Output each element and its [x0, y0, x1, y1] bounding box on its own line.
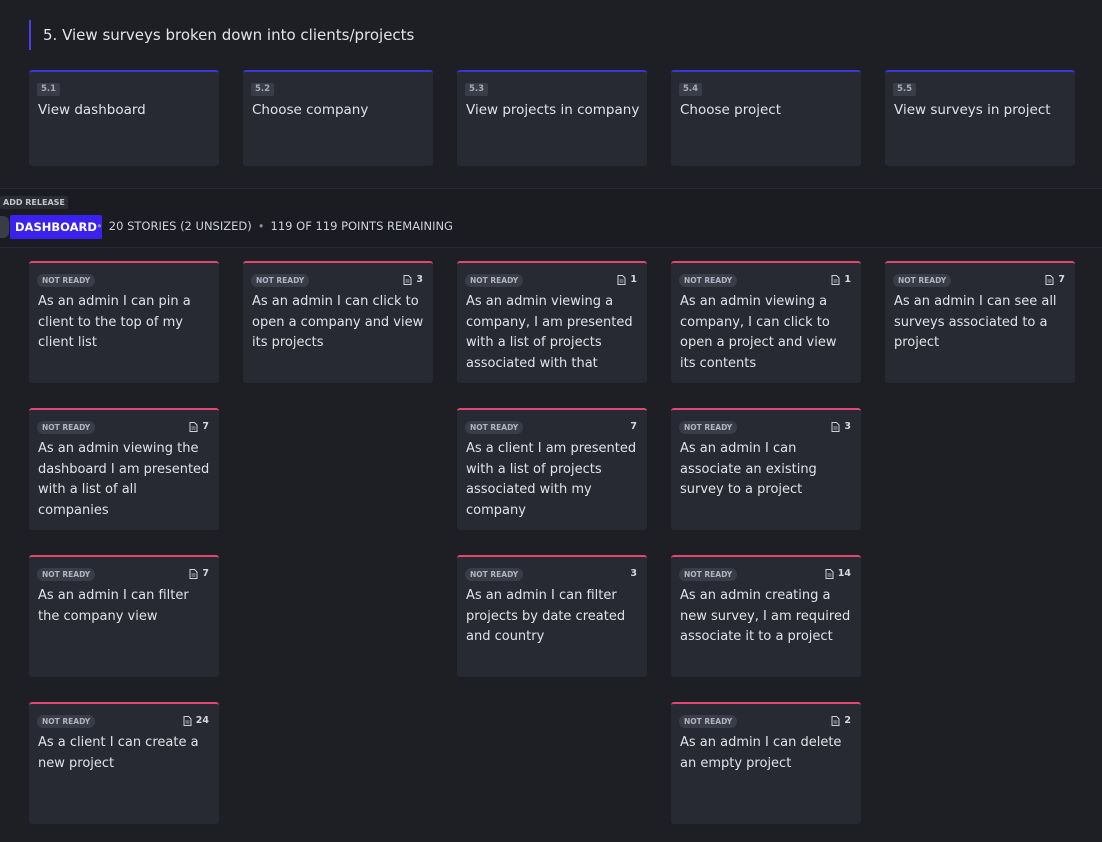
epic-title[interactable]: 5. View surveys broken down into clients…	[29, 20, 414, 50]
document-icon	[825, 568, 834, 579]
story-card[interactable]: NOT READY 3 As an admin I can click to o…	[243, 261, 433, 383]
status-badge: NOT READY	[679, 568, 738, 581]
activity-card[interactable]: 5.5 View surveys in project	[885, 70, 1075, 166]
document-icon	[1045, 274, 1054, 285]
separator-dot: •	[96, 219, 103, 233]
story-card[interactable]: NOT READY As an admin I can pin a client…	[29, 261, 219, 383]
story-points: 1	[831, 274, 851, 285]
points-value: 3	[416, 274, 423, 285]
points-value: 24	[195, 715, 209, 726]
document-icon	[617, 274, 626, 285]
stories-summary: 20 STORIES (2 UNSIZED)	[108, 219, 252, 233]
story-text: As an admin viewing a company, I can cli…	[680, 294, 837, 371]
add-release-button[interactable]: ADD RELEASE	[0, 196, 68, 209]
activity-label: View dashboard	[38, 102, 146, 118]
points-value: 7	[630, 421, 637, 432]
story-text: As an admin creating a new survey, I am …	[680, 588, 851, 644]
story-points: 24	[183, 715, 209, 726]
status-badge: NOT READY	[679, 274, 738, 287]
story-points: 3	[630, 568, 637, 579]
story-points: 3	[831, 421, 851, 432]
story-text: As an admin I can associate an existing …	[680, 441, 817, 497]
story-text: As an admin I can pin a client to the to…	[38, 294, 191, 350]
document-icon	[189, 568, 198, 579]
release-name[interactable]: DASHBOARD	[10, 215, 102, 239]
story-text: As an admin viewing the dashboard I am p…	[38, 441, 210, 518]
story-points: 2	[831, 715, 851, 726]
story-card[interactable]: NOT READY 1 As an admin viewing a compan…	[457, 261, 647, 383]
activity-label: Choose company	[252, 102, 369, 118]
story-card[interactable]: NOT READY 2 As an admin I can delete an …	[671, 702, 861, 824]
points-value: 7	[1058, 274, 1065, 285]
release-band	[0, 188, 1102, 248]
story-points: 14	[825, 568, 851, 579]
story-text: As a client I am presented with a list o…	[466, 441, 637, 518]
activity-number: 5.3	[465, 83, 489, 96]
story-card[interactable]: NOT READY 7 As an admin I can filter the…	[29, 555, 219, 677]
status-badge: NOT READY	[37, 421, 96, 434]
release-summary: • 20 STORIES (2 UNSIZED) • 119 OF 119 POINT…	[90, 219, 453, 233]
points-value: 2	[844, 715, 851, 726]
status-badge: NOT READY	[679, 715, 738, 728]
document-icon	[831, 715, 840, 726]
document-icon	[189, 421, 198, 432]
story-points: 1	[617, 274, 637, 285]
story-card[interactable]: NOT READY 14 As an admin creating a new …	[671, 555, 861, 677]
story-card[interactable]: NOT READY 7 As an admin viewing the dash…	[29, 408, 219, 530]
story-card[interactable]: NOT READY 3 As an admin I can filter pro…	[457, 555, 647, 677]
activity-number: 5.5	[893, 83, 917, 96]
activity-label: View surveys in project	[894, 102, 1051, 118]
story-points: 7	[630, 421, 637, 432]
story-card[interactable]: NOT READY 1 As an admin viewing a compan…	[671, 261, 861, 383]
document-icon	[831, 274, 840, 285]
status-badge: NOT READY	[37, 568, 96, 581]
activity-card[interactable]: 5.2 Choose company	[243, 70, 433, 166]
points-value: 7	[202, 568, 209, 579]
story-card[interactable]: NOT READY 7 As an admin I can see all su…	[885, 261, 1075, 383]
points-value: 14	[837, 568, 851, 579]
status-badge: NOT READY	[37, 274, 96, 287]
story-text: As an admin viewing a company, I am pres…	[466, 294, 633, 371]
story-card[interactable]: NOT READY 7 As a client I am presented w…	[457, 408, 647, 530]
story-points: 7	[189, 568, 209, 579]
points-value: 1	[844, 274, 851, 285]
activity-number: 5.4	[679, 83, 703, 96]
status-badge: NOT READY	[37, 715, 96, 728]
story-text: As a client I can create a new project	[38, 735, 199, 771]
points-value: 7	[202, 421, 209, 432]
points-value: 3	[844, 421, 851, 432]
activity-card[interactable]: 5.1 View dashboard	[29, 70, 219, 166]
points-value: 1	[630, 274, 637, 285]
story-points: 7	[1045, 274, 1065, 285]
story-card[interactable]: NOT READY 24 As a client I can create a …	[29, 702, 219, 824]
activity-label: Choose project	[680, 102, 781, 118]
status-badge: NOT READY	[465, 274, 524, 287]
activity-number: 5.2	[251, 83, 275, 96]
activity-label: View projects in company	[466, 102, 640, 118]
points-value: 3	[630, 568, 637, 579]
status-badge: NOT READY	[679, 421, 738, 434]
story-text: As an admin I can filter projects by dat…	[466, 588, 626, 644]
activity-card[interactable]: 5.4 Choose project	[671, 70, 861, 166]
release-collapse-handle[interactable]	[0, 216, 9, 238]
story-text: As an admin I can filter the company vie…	[38, 588, 189, 624]
story-text: As an admin I can delete an empty projec…	[680, 735, 842, 771]
status-badge: NOT READY	[465, 421, 524, 434]
document-icon	[183, 715, 192, 726]
points-summary: 119 OF 119 POINTS REMAINING	[270, 219, 453, 233]
activity-number: 5.1	[37, 83, 61, 96]
status-badge: NOT READY	[465, 568, 524, 581]
story-text: As an admin I can click to open a compan…	[252, 294, 424, 350]
story-text: As an admin I can see all surveys associ…	[894, 294, 1057, 350]
story-points: 7	[189, 421, 209, 432]
story-card[interactable]: NOT READY 3 As an admin I can associate …	[671, 408, 861, 530]
story-points: 3	[403, 274, 423, 285]
activity-card[interactable]: 5.3 View projects in company	[457, 70, 647, 166]
separator-dot: •	[257, 219, 265, 233]
status-badge: NOT READY	[251, 274, 310, 287]
status-badge: NOT READY	[893, 274, 952, 287]
document-icon	[831, 421, 840, 432]
document-icon	[403, 274, 412, 285]
